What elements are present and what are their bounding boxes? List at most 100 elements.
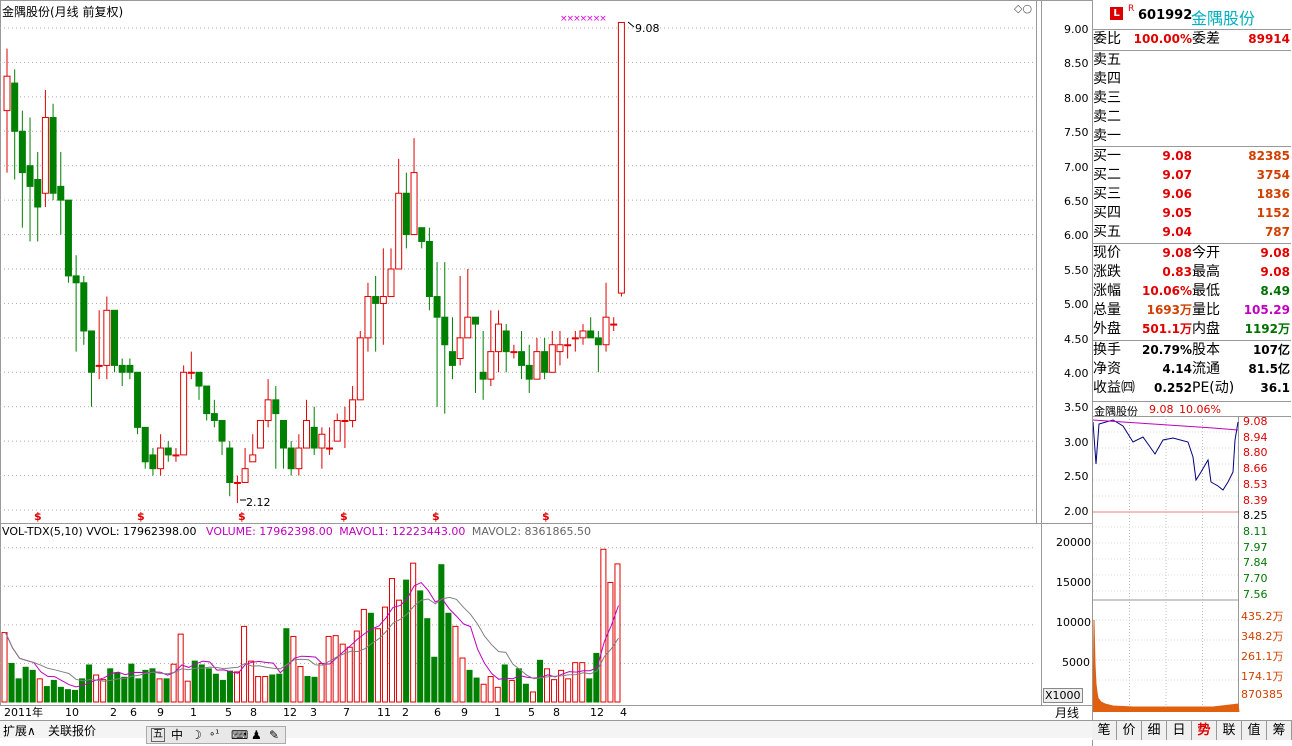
order-label: 买四 — [1093, 205, 1121, 221]
stat-label: 量比 — [1192, 302, 1220, 318]
sell-row[interactable]: 卖二 — [1093, 108, 1290, 127]
tab-expand[interactable]: 扩展∧ — [3, 722, 36, 739]
moon-icon[interactable]: ☽ — [191, 727, 202, 743]
volume-bar — [269, 674, 276, 703]
dividend-marker[interactable]: $ — [340, 510, 348, 523]
candle-body — [318, 433, 326, 449]
volume-bar — [184, 680, 191, 703]
ime-toolbar: 五 中 ☽ ∘¹ ⌨ ♟ ✎ — [146, 726, 286, 744]
price-tick-label: 4.50 — [1064, 332, 1089, 346]
stat-label: 涨幅 — [1093, 283, 1121, 299]
tab-related-quotes[interactable]: 关联报价 — [48, 722, 96, 739]
r-badge[interactable]: R — [1128, 4, 1134, 14]
volume-bar — [389, 578, 396, 703]
volume-bar — [466, 669, 473, 703]
right-tab[interactable]: 值 — [1242, 721, 1267, 740]
stat-value: 10.06% — [1142, 284, 1192, 298]
wrench-icon[interactable]: ✎ — [269, 727, 279, 743]
volume-bar — [494, 686, 501, 703]
time-tick-label: 4 — [620, 706, 627, 719]
volume-bar — [487, 676, 494, 703]
time-tick-label: 9 — [461, 706, 468, 719]
stat-label: 换手 — [1093, 342, 1121, 358]
time-axis: 2011年 10 2 6 9 1 5 8 12 3 7 11 2 6 9 1 5 8 12 4 — [0, 705, 1042, 719]
candle-body — [448, 351, 456, 366]
candle-body — [272, 399, 280, 415]
intraday-chart[interactable]: 金隅股份 9.08 10.06% 9.08 8.94 8.80 8.66 8.53 8.3… — [1093, 402, 1291, 720]
l-badge[interactable]: L — [1110, 7, 1123, 20]
price-tick-label: 6.00 — [1064, 229, 1089, 243]
right-tab[interactable]: 筹 — [1267, 721, 1292, 740]
zhong-icon[interactable]: 中 — [171, 727, 183, 743]
dividend-marker[interactable]: $ — [542, 510, 550, 523]
buy-row[interactable]: 买五 9.04 787 — [1093, 223, 1290, 242]
dividend-marker[interactable]: $ — [34, 510, 42, 523]
right-tab[interactable]: 笔 — [1092, 721, 1117, 740]
volume-bar — [297, 666, 304, 703]
volume-bar — [15, 678, 22, 703]
right-tab[interactable]: 日 — [1167, 721, 1192, 740]
sell-row[interactable]: 卖五 — [1093, 51, 1290, 70]
dividend-marker[interactable]: $ — [137, 510, 145, 523]
volume-bar — [544, 668, 551, 703]
time-tick-label: 12 — [590, 706, 604, 719]
user-icon[interactable]: ♟ — [251, 727, 262, 743]
volume-bar — [57, 686, 64, 703]
buy-row[interactable]: 买一 9.08 82385 — [1093, 147, 1290, 166]
stat-row: 外盘 501.1万 内盘 1192万 — [1093, 320, 1290, 339]
sell-row[interactable]: 卖四 — [1093, 70, 1290, 89]
order-price: 9.05 — [1162, 206, 1192, 220]
right-tabbar: 笔价细日势联值筹 — [1092, 720, 1292, 740]
candle-body — [433, 296, 441, 318]
main-chart-area[interactable]: 金隅股份(月线 前复权) ◇○ 9.08 ××××××× 2.12 $ $ $ … — [0, 0, 1042, 706]
volume-bar — [508, 679, 515, 703]
price-tick-label: 8.00 — [1064, 91, 1089, 105]
candle-body — [72, 275, 80, 284]
volume-bar — [276, 673, 283, 703]
candle-body — [287, 447, 295, 470]
order-label: 买二 — [1093, 167, 1121, 183]
kline-svg[interactable] — [0, 0, 1042, 706]
candle-body — [441, 316, 449, 346]
stat-value: 8.49 — [1260, 284, 1290, 298]
volume-bar — [135, 678, 142, 703]
volume-bar — [36, 678, 43, 703]
dividend-marker[interactable]: $ — [432, 510, 440, 523]
candle-body — [3, 75, 11, 112]
buy-row[interactable]: 买四 9.05 1152 — [1093, 204, 1290, 223]
right-tab[interactable]: 价 — [1117, 721, 1142, 740]
time-tick-label: 6 — [130, 706, 137, 719]
volume-bar — [346, 646, 353, 703]
stat-value: 501.1万 — [1142, 322, 1192, 336]
time-tick-label: 8 — [553, 706, 560, 719]
volume-bar — [607, 581, 614, 703]
vvol-value: VVOL: 17962398.00 — [86, 525, 197, 538]
stat-value: 4.14 — [1162, 362, 1192, 376]
dots-icon[interactable]: ∘¹ — [209, 727, 219, 743]
right-tab[interactable]: 细 — [1142, 721, 1167, 740]
sell-row[interactable]: 卖一 — [1093, 127, 1290, 146]
buy-row[interactable]: 买三 9.06 1836 — [1093, 185, 1290, 204]
wu-icon[interactable]: 五 — [151, 728, 165, 742]
buy-row[interactable]: 买二 9.07 3754 — [1093, 166, 1290, 185]
candle-body — [533, 351, 541, 380]
time-tick-label: 5 — [528, 706, 535, 719]
vol-axis: 20000 15000 10000 5000 — [1042, 523, 1092, 706]
order-volume: 787 — [1264, 225, 1290, 239]
sell-row[interactable]: 卖三 — [1093, 89, 1290, 108]
order-label: 买三 — [1093, 186, 1121, 202]
chart-mode-icons[interactable]: ◇○ — [1014, 2, 1032, 15]
vol-indicator-name[interactable]: VOL-TDX(5,10) — [2, 525, 83, 538]
stat-row: 现价 9.08 今开 9.08 — [1093, 244, 1290, 263]
time-tick-label: 6 — [434, 706, 441, 719]
keyboard-icon[interactable]: ⌨ — [231, 727, 248, 743]
candle-body — [610, 323, 618, 326]
price-tick-label: 4.00 — [1064, 367, 1089, 380]
right-tab[interactable]: 联 — [1217, 721, 1242, 740]
stat-label: 涨跌 — [1093, 264, 1121, 280]
period-label[interactable]: 月线 — [1042, 705, 1092, 720]
right-tab[interactable]: 势 — [1192, 721, 1217, 740]
candle-body — [249, 454, 257, 463]
dividend-marker[interactable]: $ — [238, 510, 246, 523]
max-price-markers: ××××××× — [560, 14, 607, 24]
